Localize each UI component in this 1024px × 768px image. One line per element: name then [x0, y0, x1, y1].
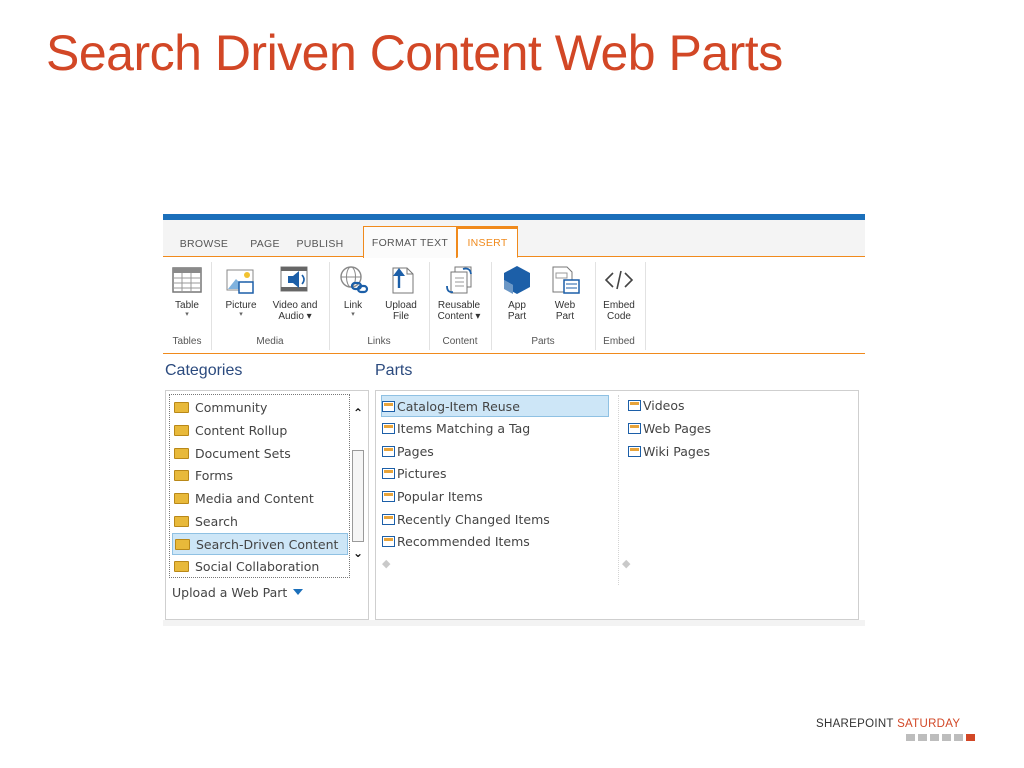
category-item[interactable]: Document Sets — [174, 443, 346, 465]
app-part-icon — [504, 266, 530, 294]
parts-heading: Parts — [375, 362, 413, 379]
dropdown-triangle-icon — [293, 589, 304, 595]
video-audio-button[interactable]: Video and Audio ▾ — [267, 264, 323, 322]
tab-page[interactable]: PAGE — [245, 232, 285, 257]
category-item[interactable]: Forms — [174, 465, 346, 487]
group-label-content: Content — [442, 336, 478, 347]
web-part-icon — [628, 423, 641, 434]
screenshot-bottom-edge — [163, 620, 865, 626]
embed-code-icon — [604, 270, 634, 290]
logo-square-accent — [966, 734, 975, 741]
web-part-icon — [552, 266, 580, 294]
tab-browse[interactable]: BROWSE — [177, 232, 231, 257]
tab-publish[interactable]: PUBLISH — [289, 232, 351, 257]
logo-square — [930, 734, 939, 741]
web-part-icon — [382, 468, 395, 479]
upload-file-icon — [392, 267, 414, 294]
ribbon: Table ▾ Picture ▾ Video and Audio ▾ Link… — [163, 258, 865, 354]
web-part-icon — [382, 491, 395, 502]
web-part-icon — [382, 514, 395, 525]
reusable-content-icon — [446, 266, 472, 294]
tab-insert[interactable]: INSERT — [457, 226, 518, 258]
logo-square — [942, 734, 951, 741]
group-separator — [329, 262, 330, 350]
category-item[interactable]: Media and Content — [174, 488, 346, 510]
next-page-arrow-icon[interactable]: ◆ — [622, 557, 630, 570]
folder-icon — [174, 493, 189, 504]
ribbon-tab-row: BROWSE PAGE PUBLISH FORMAT TEXT INSERT — [163, 220, 865, 258]
folder-icon — [174, 425, 189, 436]
app-part-button[interactable]: App Part — [499, 264, 535, 322]
previous-page-arrow-icon[interactable]: ◆ — [382, 557, 390, 570]
web-part-icon — [382, 446, 395, 457]
upload-web-part-link[interactable]: Upload a Web Part — [172, 585, 304, 600]
categories-scrollbar[interactable]: ⌃ ⌄ — [350, 394, 366, 578]
group-label-media: Media — [256, 336, 284, 347]
category-item-selected[interactable]: Search-Driven Content — [172, 533, 348, 555]
folder-icon — [174, 470, 189, 481]
upload-file-button[interactable]: Upload File — [379, 264, 423, 322]
categories-heading: Categories — [165, 362, 243, 379]
part-item[interactable]: Web Pages — [628, 418, 711, 440]
embed-code-button[interactable]: Embed Code — [599, 264, 639, 322]
logo-squares — [906, 734, 978, 742]
web-part-icon — [628, 400, 641, 411]
scroll-thumb[interactable] — [352, 450, 364, 542]
part-item[interactable]: Wiki Pages — [628, 441, 710, 463]
slide-title: Search Driven Content Web Parts — [46, 25, 783, 81]
part-item[interactable]: Recently Changed Items — [382, 509, 550, 531]
group-label-links: Links — [367, 336, 391, 347]
part-item-selected[interactable]: Catalog-Item Reuse — [381, 395, 609, 417]
web-part-icon — [382, 423, 395, 434]
category-item[interactable]: Social Collaboration — [174, 556, 346, 577]
category-item[interactable]: Content Rollup — [174, 420, 346, 442]
web-part-icon — [382, 536, 395, 547]
folder-icon — [174, 561, 189, 572]
categories-list: Community Content Rollup Document Sets F… — [169, 394, 350, 578]
folder-icon — [175, 539, 190, 550]
part-item[interactable]: Recommended Items — [382, 531, 530, 553]
web-part-button[interactable]: Web Part — [547, 264, 583, 322]
picture-icon — [226, 269, 254, 294]
category-item[interactable]: Search — [174, 511, 346, 533]
scroll-down-icon[interactable]: ⌄ — [350, 544, 366, 562]
group-label-embed: Embed — [603, 336, 635, 347]
part-item[interactable]: Videos — [628, 395, 685, 417]
reusable-content-button[interactable]: Reusable Content ▾ — [433, 264, 485, 322]
parts-pane: Catalog-Item Reuse Items Matching a Tag … — [375, 390, 859, 620]
folder-icon — [174, 402, 189, 413]
logo-square — [918, 734, 927, 741]
part-item[interactable]: Items Matching a Tag — [382, 418, 530, 440]
category-item[interactable]: Community — [174, 397, 346, 419]
logo-square — [906, 734, 915, 741]
tab-format-text[interactable]: FORMAT TEXT — [363, 226, 457, 258]
column-divider — [618, 395, 619, 585]
logo-square — [954, 734, 963, 741]
link-icon — [340, 266, 369, 294]
web-part-icon — [382, 401, 395, 412]
sharepoint-saturday-logo: SHAREPOINT SATURDAY — [816, 718, 961, 730]
part-item[interactable]: Pictures — [382, 463, 447, 485]
table-button[interactable]: Table ▾ — [169, 264, 205, 319]
folder-icon — [174, 516, 189, 527]
picture-button[interactable]: Picture ▾ — [221, 264, 261, 319]
group-separator — [645, 262, 646, 350]
part-item[interactable]: Pages — [382, 441, 434, 463]
link-button[interactable]: Link ▾ — [335, 264, 371, 319]
scroll-up-icon[interactable]: ⌃ — [350, 404, 366, 422]
group-separator — [429, 262, 430, 350]
table-icon — [172, 267, 202, 293]
categories-pane: Community Content Rollup Document Sets F… — [165, 390, 369, 620]
group-separator — [595, 262, 596, 350]
group-separator — [491, 262, 492, 350]
group-label-parts: Parts — [531, 336, 555, 347]
group-separator — [211, 262, 212, 350]
video-audio-icon — [280, 266, 308, 292]
web-part-icon — [628, 446, 641, 457]
part-item[interactable]: Popular Items — [382, 486, 483, 508]
sharepoint-screenshot: BROWSE PAGE PUBLISH FORMAT TEXT INSERT T… — [163, 214, 865, 626]
folder-icon — [174, 448, 189, 459]
group-label-tables: Tables — [172, 336, 202, 347]
